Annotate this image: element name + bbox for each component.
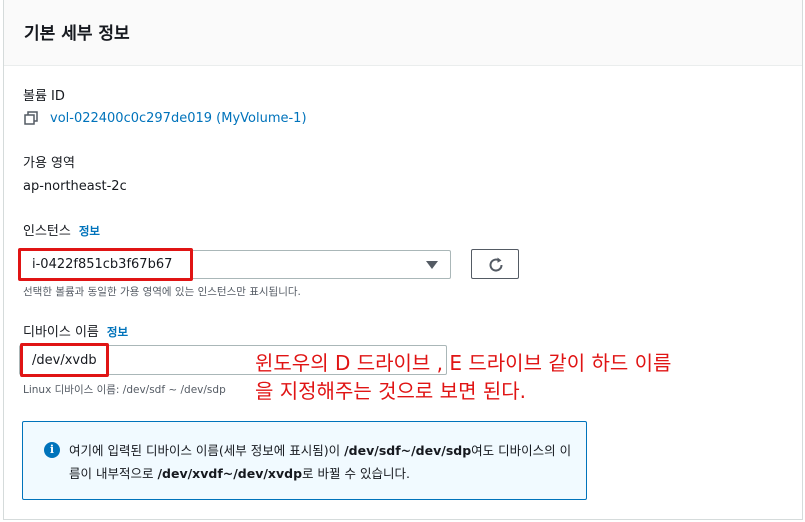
volume-id-link[interactable]: vol-022400c0c297de019 (MyVolume-1): [50, 111, 307, 126]
availability-zone-value: ap-northeast-2c: [23, 179, 127, 194]
instance-label: 인스턴스 정보: [23, 220, 100, 239]
info-alert: i 여기에 입력된 디바이스 이름(세부 정보에 표시됨)이 /dev/sdf~…: [22, 421, 587, 500]
volume-id-label: 볼륨 ID: [23, 89, 65, 104]
alert-bold-2: /dev/xvdf~/dev/xvdp: [157, 466, 303, 481]
caret-down-icon: [426, 261, 438, 269]
device-name-label-text: 디바이스 이름: [23, 325, 99, 340]
refresh-button[interactable]: [471, 249, 519, 279]
availability-zone-label: 가용 영역: [23, 156, 75, 171]
copy-icon[interactable]: [24, 111, 38, 125]
annotation-text: 윈도우의 D 드라이브 , E 드라이브 같이 하드 이름 을 지정해주는 것으…: [255, 349, 795, 405]
device-name-info-link[interactable]: 정보: [107, 325, 128, 339]
instance-hint: 선택한 볼륨과 동일한 가용 영역에 있는 인스턴스만 표시됩니다.: [23, 286, 301, 298]
annotation-line-2: 을 지정해주는 것으로 보면 된다.: [255, 379, 526, 403]
instance-label-text: 인스턴스: [23, 224, 71, 239]
panel-header: 기본 세부 정보: [4, 0, 802, 66]
alert-bold-1: /dev/sdf~/dev/sdp: [344, 443, 472, 458]
instance-highlight-box: [18, 248, 193, 281]
device-name-hint: Linux 디바이스 이름: /dev/sdf ~ /dev/sdp: [23, 384, 226, 396]
alert-text-1: 여기에 입력된 디바이스 이름(세부 정보에 표시됨)이: [69, 443, 345, 458]
info-icon: i: [44, 442, 60, 458]
annotation-line-1: 윈도우의 D 드라이브 , E 드라이브 같이 하드 이름: [255, 351, 672, 375]
panel-title: 기본 세부 정보: [24, 24, 130, 44]
alert-text-3: 로 바뀔 수 있습니다.: [302, 466, 410, 481]
device-name-label: 디바이스 이름 정보: [23, 321, 128, 340]
device-name-highlight-box: [20, 343, 109, 377]
refresh-icon: [489, 257, 503, 272]
instance-info-link[interactable]: 정보: [79, 224, 100, 238]
alert-message: 여기에 입력된 디바이스 이름(세부 정보에 표시됨)이 /dev/sdf~/d…: [69, 439, 579, 485]
